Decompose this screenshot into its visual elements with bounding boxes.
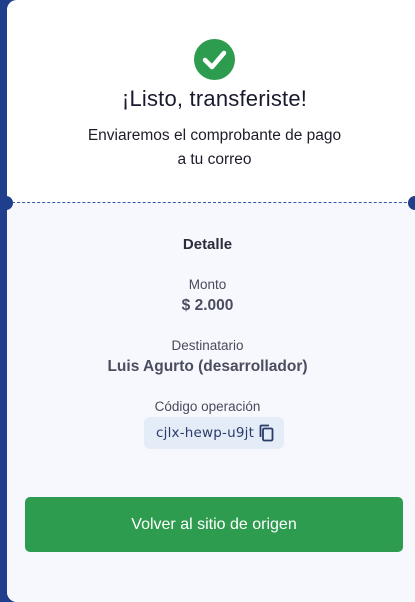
success-title: ¡Listo, transferiste!: [121, 86, 308, 111]
ticket-notch-right: [408, 196, 415, 210]
subtitle-line-1: Enviaremos el comprobante de pago: [87, 127, 342, 144]
amount-value: $ 2.000: [181, 297, 234, 314]
recipient-value: Luis Agurto (desarrollador): [107, 358, 308, 375]
operation-code-chip[interactable]: cjlx-hewp-u9jt: [144, 417, 284, 449]
details-heading: Detalle: [182, 236, 233, 253]
check-circle-icon: [194, 39, 235, 80]
operation-code-label: Código operación: [154, 399, 261, 414]
operation-code-value: cjlx-hewp-u9jt: [156, 425, 255, 441]
copy-icon[interactable]: [258, 424, 275, 442]
recipient-label: Destinatario: [171, 338, 244, 353]
dashed-divider: [7, 202, 415, 203]
return-to-origin-button[interactable]: Volver al sitio de origen: [25, 497, 403, 552]
success-subtitle: Enviaremos el comprobante de pago a tu c…: [67, 124, 362, 172]
amount-label: Monto: [188, 277, 227, 292]
subtitle-line-2: a tu correo: [177, 151, 252, 168]
